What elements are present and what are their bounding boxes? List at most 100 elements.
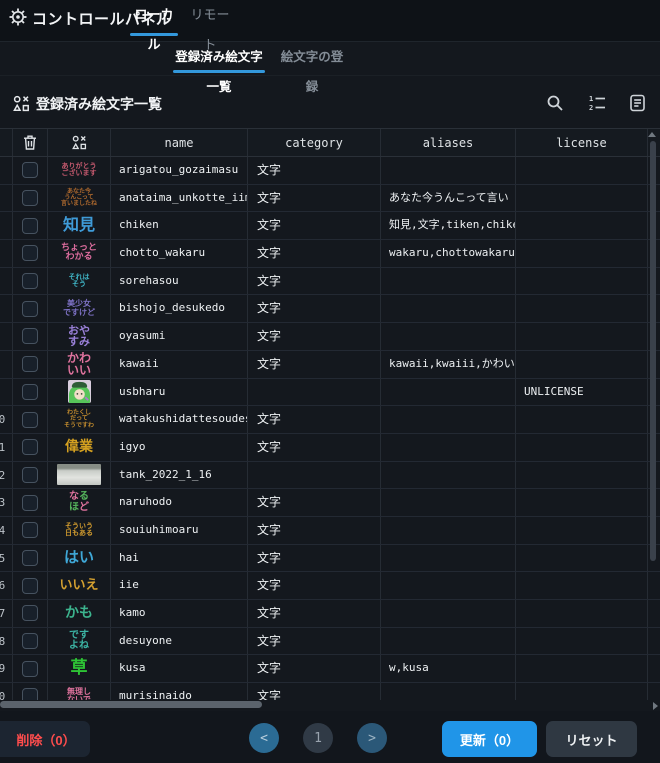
table-row[interactable]: 4ちょっとわかるchotto_wakaru文字wakaru,chottowaka… (0, 240, 660, 268)
subtab-emoji-list[interactable]: 登録済み絵文字一覧 (173, 42, 265, 72)
checkbox-cell (12, 683, 47, 700)
delete-button[interactable]: 削除（0） (0, 721, 90, 757)
emoji-license (515, 683, 648, 700)
checkbox-cell (12, 628, 47, 655)
emoji-name: chotto_wakaru (110, 240, 247, 267)
row-checkbox[interactable] (22, 328, 38, 344)
row-checkbox[interactable] (22, 605, 38, 621)
checkbox-cell (12, 157, 47, 184)
checkbox-cell (12, 295, 47, 322)
emoji-aliases (380, 268, 515, 295)
table-row[interactable]: 11偉業igyo文字 (0, 434, 660, 462)
table-row[interactable]: 6美少女ですけどbishojo_desukedo文字 (0, 295, 660, 323)
emoji-name: anataima_unkotte_iima (110, 185, 247, 212)
row-checkbox[interactable] (22, 661, 38, 677)
table-row[interactable]: 9usbharuUNLICENSE (0, 379, 660, 407)
table-row[interactable]: 14そういう日もあるsouiuhimoaru文字 (0, 517, 660, 545)
row-checkbox[interactable] (22, 356, 38, 372)
table-row[interactable]: 13なるほどnaruhodo文字 (0, 489, 660, 517)
row-checkbox[interactable] (22, 245, 38, 261)
scroll-right-arrow-icon[interactable] (653, 702, 658, 710)
table-row[interactable]: 18ですよねdesuyone文字 (0, 628, 660, 656)
emoji-category: 文字 (247, 157, 380, 184)
update-button[interactable]: 更新（0） (442, 721, 537, 757)
row-checkbox[interactable] (22, 633, 38, 649)
emoji-category: 文字 (247, 351, 380, 378)
table-row[interactable]: 12tank_2022_1_16 (0, 462, 660, 490)
row-checkbox[interactable] (22, 412, 38, 428)
table-row[interactable]: 15はいhai文字 (0, 545, 660, 573)
row-checkbox[interactable] (22, 190, 38, 206)
checkbox-cell (12, 406, 47, 433)
table-row[interactable]: 3知見chiken文字知見,文字,tiken,chike (0, 212, 660, 240)
app-header: コントロールパネル ローカル リモート (0, 0, 660, 42)
emoji-name: kamo (110, 600, 247, 627)
row-number: 18 (0, 628, 12, 655)
emoji-license (515, 462, 648, 489)
table-row[interactable]: 1ありがとうございますarigatou_gozaimasu文字 (0, 157, 660, 185)
emoji-category: 文字 (247, 572, 380, 599)
row-checkbox[interactable] (22, 495, 38, 511)
reset-button[interactable]: リセット (546, 721, 637, 757)
row-checkbox[interactable] (22, 522, 38, 538)
emoji-aliases (380, 462, 515, 489)
emoji-aliases (380, 323, 515, 350)
checkbox-cell (12, 545, 47, 572)
table-header: name category aliases license (0, 129, 660, 157)
table-row[interactable]: 8かわいいkawaii文字kawaii,kwaiii,かわいい (0, 351, 660, 379)
row-number: 13 (0, 489, 12, 516)
subtab-emoji-register[interactable]: 絵文字の登録 (276, 42, 348, 72)
row-number: 11 (0, 434, 12, 461)
vertical-scrollbar[interactable] (650, 141, 656, 561)
document-icon[interactable] (629, 94, 647, 112)
emoji-aliases (380, 379, 515, 406)
table-row[interactable]: 20無理しないでmurisinaido文字 (0, 683, 660, 700)
row-checkbox[interactable] (22, 273, 38, 289)
subtab-bar: 登録済み絵文字一覧 絵文字の登録 (0, 42, 660, 76)
table-row[interactable]: 16いいえiie文字 (0, 572, 660, 600)
row-checkbox[interactable] (22, 162, 38, 178)
search-icon[interactable] (546, 94, 564, 112)
table-row[interactable]: 7おやすみoyasumi文字 (0, 323, 660, 351)
emoji-category: 文字 (247, 240, 380, 267)
table-row[interactable]: 17かもkamo文字 (0, 600, 660, 628)
scroll-up-arrow-icon[interactable] (648, 132, 656, 137)
row-checkbox[interactable] (22, 439, 38, 455)
emoji-aliases: kawaii,kwaiii,かわいい (380, 351, 515, 378)
emoji-table: name category aliases license 1ありがとうございま… (0, 128, 660, 700)
row-checkbox[interactable] (22, 218, 38, 234)
table-row[interactable]: 19草kusa文字w,kusa (0, 655, 660, 683)
column-category: category (247, 129, 380, 156)
current-page-button[interactable]: 1 (303, 723, 333, 753)
table-row[interactable]: 2あなた今うんこって言いましたねanataima_unkotte_iima文字あ… (0, 185, 660, 213)
table-row[interactable]: 5それはそうsorehasou文字 (0, 268, 660, 296)
row-checkbox[interactable] (22, 384, 38, 400)
prev-page-button[interactable]: < (249, 723, 279, 753)
row-checkbox[interactable] (22, 550, 38, 566)
emoji-aliases (380, 683, 515, 700)
row-checkbox[interactable] (22, 467, 38, 483)
emoji-preview: 知見 (47, 212, 110, 239)
horizontal-scrollbar[interactable] (0, 701, 262, 708)
emoji-category: 文字 (247, 545, 380, 572)
avatar (68, 380, 91, 403)
row-number: 3 (0, 212, 12, 239)
emoji-name: naruhodo (110, 489, 247, 516)
checkbox-cell (12, 655, 47, 682)
row-number: 12 (0, 462, 12, 489)
emoji-category: 文字 (247, 628, 380, 655)
table-row[interactable]: 10わたくしだってそうですわwatakushidattesoudesu文字 (0, 406, 660, 434)
emoji-license (515, 489, 648, 516)
next-page-button[interactable]: > (357, 723, 387, 753)
emoji-license (515, 600, 648, 627)
row-checkbox[interactable] (22, 578, 38, 594)
row-checkbox[interactable] (22, 301, 38, 317)
emoji-aliases (380, 517, 515, 544)
tab-remote[interactable]: リモート (186, 0, 234, 42)
row-number: 17 (0, 600, 12, 627)
emoji-name: watakushidattesoudesu (110, 406, 247, 433)
table-body: 1ありがとうございますarigatou_gozaimasu文字2あなた今うんこっ… (0, 157, 660, 700)
row-checkbox[interactable] (22, 688, 38, 700)
sorted-list-icon[interactable]: 1 2 (588, 94, 606, 112)
emoji-preview: ですよね (47, 628, 110, 655)
